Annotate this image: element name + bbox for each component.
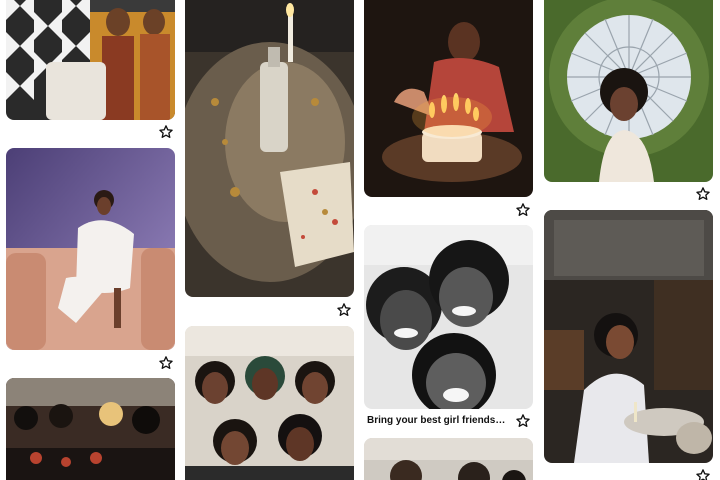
save-pin-4-button[interactable]	[695, 186, 711, 202]
pin-image-restaurant[interactable]	[544, 210, 713, 463]
save-pin-5-button[interactable]	[158, 355, 174, 371]
pin-grid: Bring your best girl friends to...	[0, 0, 720, 480]
star-outline-icon	[159, 356, 173, 369]
pin-6-caption[interactable]: Bring your best girl friends to...	[367, 415, 507, 426]
star-outline-icon	[696, 187, 710, 200]
star-outline-icon	[159, 125, 173, 138]
save-pin-7-button[interactable]	[695, 468, 711, 480]
pin-image-pink-sofa[interactable]	[6, 148, 175, 350]
pin-image-birthday-cake[interactable]	[364, 0, 533, 197]
star-outline-icon	[696, 469, 710, 480]
pin-image-party-table[interactable]	[185, 0, 354, 297]
pin-image-photobooth[interactable]	[364, 225, 533, 409]
pin-image-group-celebrating[interactable]	[185, 326, 354, 480]
pin-image-dinner-party[interactable]	[6, 378, 175, 480]
pin-image-greenery-circle[interactable]	[544, 0, 713, 182]
star-outline-icon	[337, 303, 351, 316]
save-pin-3-button[interactable]	[515, 202, 531, 218]
star-outline-icon	[516, 203, 530, 216]
save-pin-1-button[interactable]	[158, 124, 174, 140]
save-pin-2-button[interactable]	[336, 302, 352, 318]
pin-image-fabric-portrait[interactable]	[6, 0, 175, 120]
pin-image-partial[interactable]	[364, 438, 533, 480]
star-outline-icon	[516, 414, 530, 427]
save-pin-6-button[interactable]	[515, 413, 531, 429]
